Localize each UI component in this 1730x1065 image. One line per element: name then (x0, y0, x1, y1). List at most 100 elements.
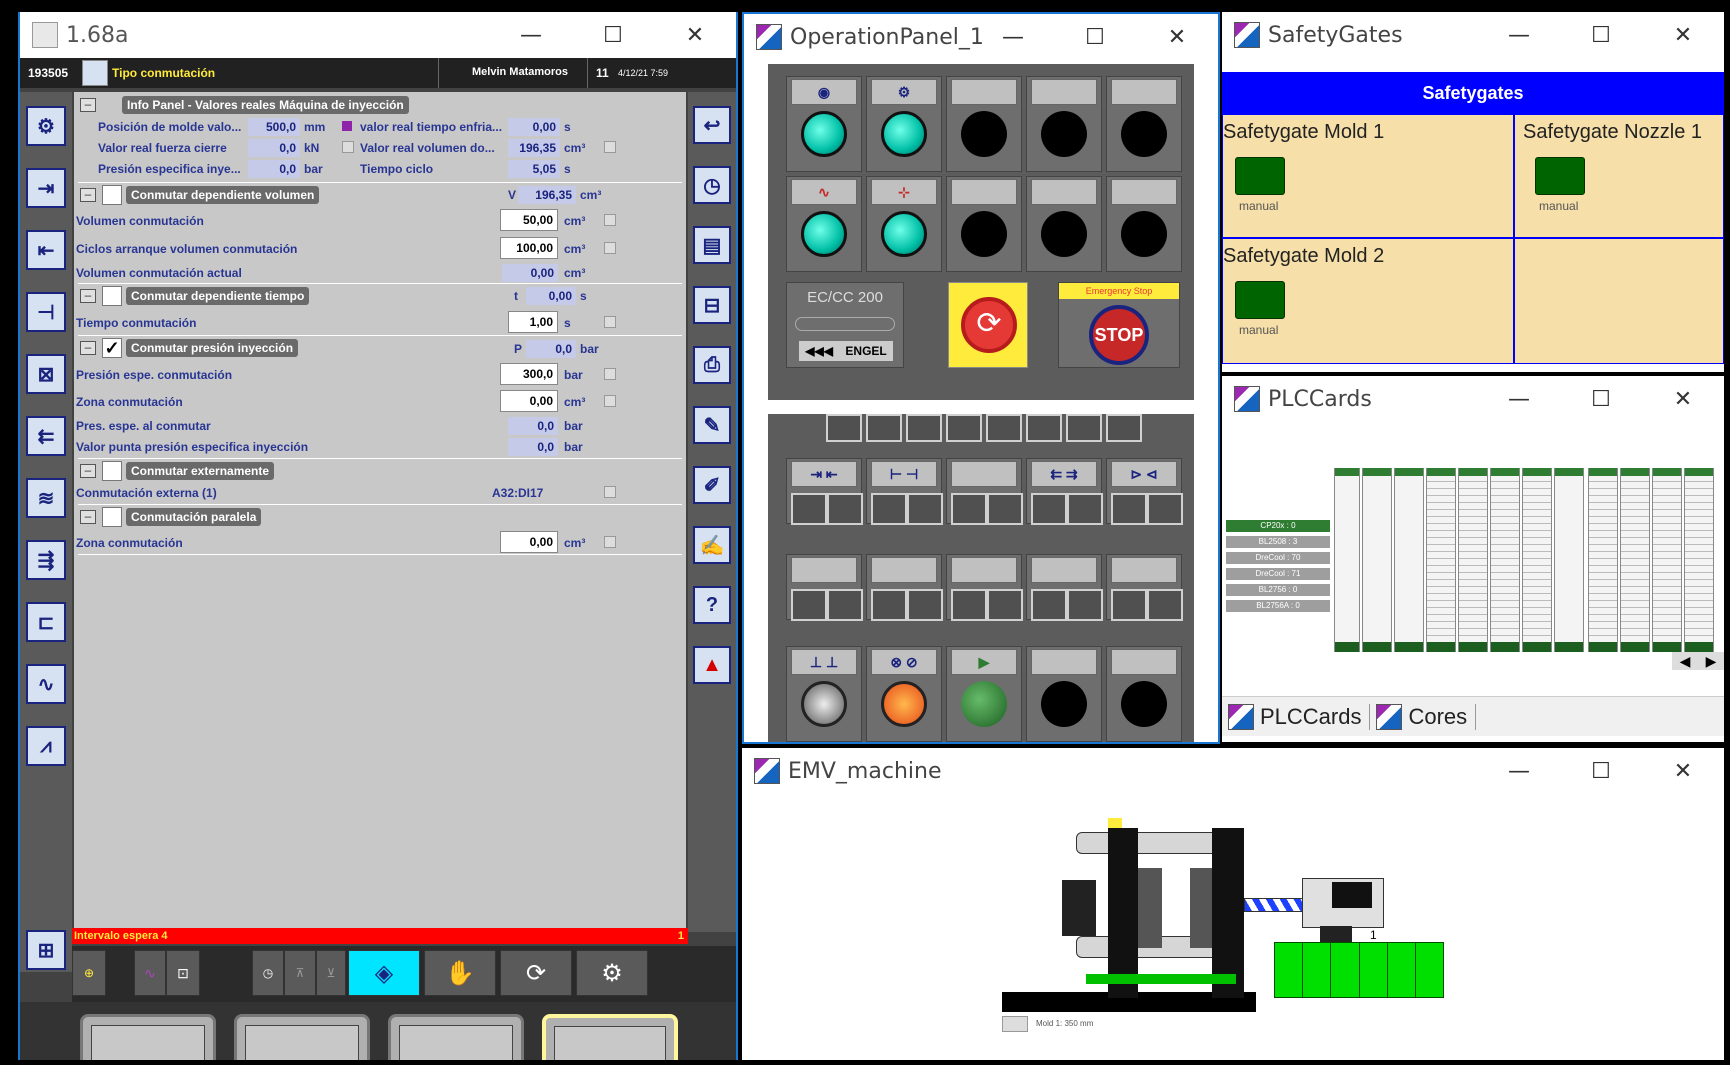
setup-mode-icon[interactable]: ⚙ (576, 950, 648, 996)
plc-card[interactable] (1426, 468, 1456, 652)
nav-graph-icon[interactable]: ⩘ (26, 726, 66, 766)
nav-alarm-icon[interactable]: ▲ (693, 646, 731, 684)
plc-card[interactable] (1334, 468, 1360, 652)
plc-card-item[interactable]: DreCool : 70 (1226, 552, 1330, 564)
heating-button[interactable]: ∿ (786, 176, 862, 272)
blank-jog-button[interactable] (1106, 554, 1183, 621)
injection-jog-button[interactable]: ⇇ ⇉ (1026, 458, 1103, 525)
row-checkbox[interactable] (604, 316, 616, 328)
nav-ejector-icon[interactable]: ⊣ (26, 292, 66, 332)
plc-card[interactable] (1554, 468, 1584, 652)
external-enable-checkbox[interactable] (102, 461, 122, 481)
nav-back-icon[interactable]: ↩ (693, 106, 731, 144)
nozzle-jog-button[interactable]: ⊳ ⊲ (1106, 458, 1183, 525)
collapse-time-button[interactable]: – (80, 289, 96, 303)
tab-cores[interactable]: Cores (1376, 703, 1477, 730)
nav-robot-icon[interactable]: ⊞ (26, 930, 66, 970)
blank-button[interactable] (946, 76, 1022, 172)
row-checkbox[interactable] (604, 486, 616, 498)
plc-card[interactable] (1588, 468, 1618, 652)
safety-gates-titlebar[interactable]: SafetyGates — ☐ ✕ (1222, 12, 1724, 58)
collapse-volume-button[interactable]: – (80, 188, 96, 202)
blank-jog-button[interactable] (946, 458, 1023, 525)
hopper-icon[interactable]: ⊼ (284, 950, 316, 996)
key-switch-panel[interactable]: EC/CC 200 ◀◀◀ ENGEL (786, 282, 904, 368)
timer-icon[interactable]: ◷ (252, 950, 284, 996)
nav-document-icon[interactable]: ▤ (693, 226, 731, 264)
minimize-button[interactable]: — (1478, 376, 1560, 422)
mold-icon[interactable]: ⊡ (166, 950, 200, 996)
blank-button[interactable] (1106, 646, 1182, 742)
row-checkbox[interactable] (604, 141, 616, 153)
parallel-zone-input[interactable]: 0,00 (500, 531, 558, 553)
startup-cycles-input[interactable]: 100,00 (500, 237, 558, 259)
nav-plasticizing-icon[interactable]: ⇶ (26, 540, 66, 580)
collapse-info-button[interactable]: – (80, 98, 96, 112)
plc-card-item[interactable]: BL2508 : 3 (1226, 536, 1330, 548)
minimize-button[interactable]: — (972, 14, 1054, 60)
collapse-parallel-button[interactable]: – (80, 510, 96, 524)
plc-card-item[interactable]: BL2756A : 0 (1226, 600, 1330, 612)
plc-card[interactable] (1522, 468, 1552, 652)
blank-jog-button[interactable] (946, 554, 1023, 621)
blank-button[interactable] (1026, 646, 1102, 742)
ejector-jog-button[interactable]: ⊢ ⊣ (866, 458, 943, 525)
softkey-1[interactable] (80, 1014, 216, 1060)
nav-notes-icon[interactable]: ✐ (693, 466, 731, 504)
nav-form-icon[interactable]: ✍ (693, 526, 731, 564)
softkey-3[interactable] (388, 1014, 524, 1060)
row-checkbox[interactable] (604, 395, 616, 407)
plc-card-item[interactable]: BL2756 : 0 (1226, 584, 1330, 596)
minimize-button[interactable]: — (490, 12, 572, 58)
blank-button[interactable] (1026, 76, 1102, 172)
safetygate-mold-1[interactable]: Safetygate Mold 1 manual (1222, 114, 1514, 238)
switchover-zone-input[interactable]: 0,00 (500, 390, 558, 412)
maximize-button[interactable]: ☐ (572, 12, 654, 58)
plc-card[interactable] (1652, 468, 1682, 652)
nav-injection-icon[interactable]: ⇇ (26, 416, 66, 456)
plc-card[interactable] (1362, 468, 1392, 652)
close-button[interactable]: ✕ (1136, 14, 1218, 60)
plc-card[interactable] (1458, 468, 1488, 652)
pressure-enable-checkbox[interactable]: ✓ (102, 338, 122, 358)
maximize-button[interactable]: ☐ (1560, 12, 1642, 58)
mold-heating-button[interactable]: ⊹ (866, 176, 942, 272)
semi-auto-button[interactable]: ◈ (348, 950, 420, 996)
collapse-pressure-button[interactable]: – (80, 341, 96, 355)
row-checkbox[interactable] (604, 368, 616, 380)
safetygate-mold-2[interactable]: Safetygate Mold 2 manual (1222, 238, 1514, 364)
blank-button[interactable] (1106, 176, 1182, 272)
switchover-volume-input[interactable]: 50,00 (500, 209, 558, 231)
cycle-stop-button[interactable]: ⊗ ⊘ (866, 646, 942, 742)
scroll-right-icon[interactable]: ▶ (1706, 653, 1717, 670)
nav-cores-icon[interactable]: ⊠ (26, 354, 66, 394)
blank-button[interactable] (1026, 176, 1102, 272)
plc-cards-titlebar[interactable]: PLCCards — ☐ ✕ (1222, 376, 1724, 422)
nav-holding-icon[interactable]: ≋ (26, 478, 66, 518)
time-enable-checkbox[interactable] (102, 286, 122, 306)
motor-button[interactable]: ⚙ (866, 76, 942, 172)
blank-jog-button[interactable] (866, 554, 943, 621)
nav-temperature-icon[interactable]: ∿ (26, 664, 66, 704)
plc-card[interactable] (1394, 468, 1424, 652)
blank-button[interactable] (946, 176, 1022, 272)
parallel-enable-checkbox[interactable] (102, 507, 122, 527)
switchover-time-input[interactable]: 1,00 (508, 311, 558, 333)
plc-card-item[interactable]: DreCool : 71 (1226, 568, 1330, 580)
nav-print-icon[interactable]: ⎙ (693, 346, 731, 384)
mold-jog-button[interactable]: ⇥ ⇤ (786, 458, 863, 525)
row-checkbox[interactable] (604, 536, 616, 548)
pump-on-button[interactable]: ◉ (786, 76, 862, 172)
auto-cycle-icon[interactable]: ⟳ (500, 950, 572, 996)
motor-icon[interactable]: ⊕ (72, 950, 106, 996)
scroll-left-icon[interactable]: ◀ (1680, 653, 1691, 670)
nav-injection-unit-icon[interactable]: ⚙ (26, 106, 66, 146)
blank-button[interactable] (1106, 76, 1182, 172)
manual-mode-icon[interactable]: ✋ (424, 950, 496, 996)
softkey-4[interactable] (542, 1014, 678, 1060)
row-checkbox[interactable] (604, 242, 616, 254)
close-button[interactable]: ✕ (654, 12, 736, 58)
key-lock-button[interactable]: ⊥ ⊥ (786, 646, 862, 742)
switchover-pressure-input[interactable]: 300,0 (500, 363, 558, 385)
nav-mold-close-icon[interactable]: ⇤ (26, 230, 66, 270)
